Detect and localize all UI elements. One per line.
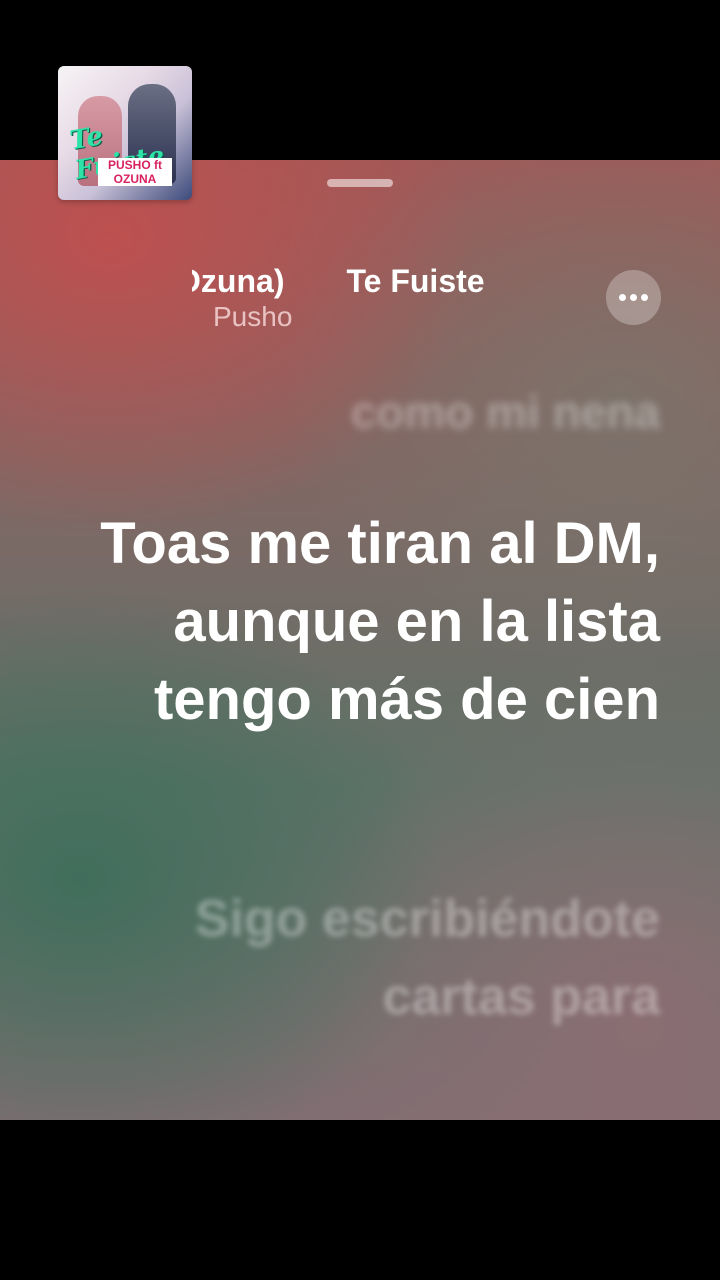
lyric-line-next[interactable]: Sigo escribiéndote cartas para xyxy=(140,880,660,1036)
song-title-marquee[interactable]: eat. Ozuna) Te Fuiste xyxy=(192,256,600,306)
lyric-line-previous[interactable]: como mi nena xyxy=(351,385,660,439)
ellipsis-icon-dot xyxy=(630,294,637,301)
artwork-band-label: PUSHO ft OZUNA xyxy=(98,158,172,186)
ellipsis-icon xyxy=(619,294,626,301)
ellipsis-icon-dot xyxy=(641,294,648,301)
sheet-grabber[interactable] xyxy=(327,179,393,187)
lyric-line-current[interactable]: Toas me tiran al DM, aunque en la lista … xyxy=(100,505,660,739)
album-artwork[interactable]: Te Fuiste PUSHO ft OZUNA xyxy=(58,66,192,200)
song-title-repeat: Te Fuiste xyxy=(346,263,485,299)
song-title: eat. Ozuna) xyxy=(192,263,285,299)
bottom-letterbox xyxy=(0,1120,720,1280)
artist-name[interactable]: Pusho xyxy=(213,301,292,333)
more-options-button[interactable] xyxy=(606,270,661,325)
